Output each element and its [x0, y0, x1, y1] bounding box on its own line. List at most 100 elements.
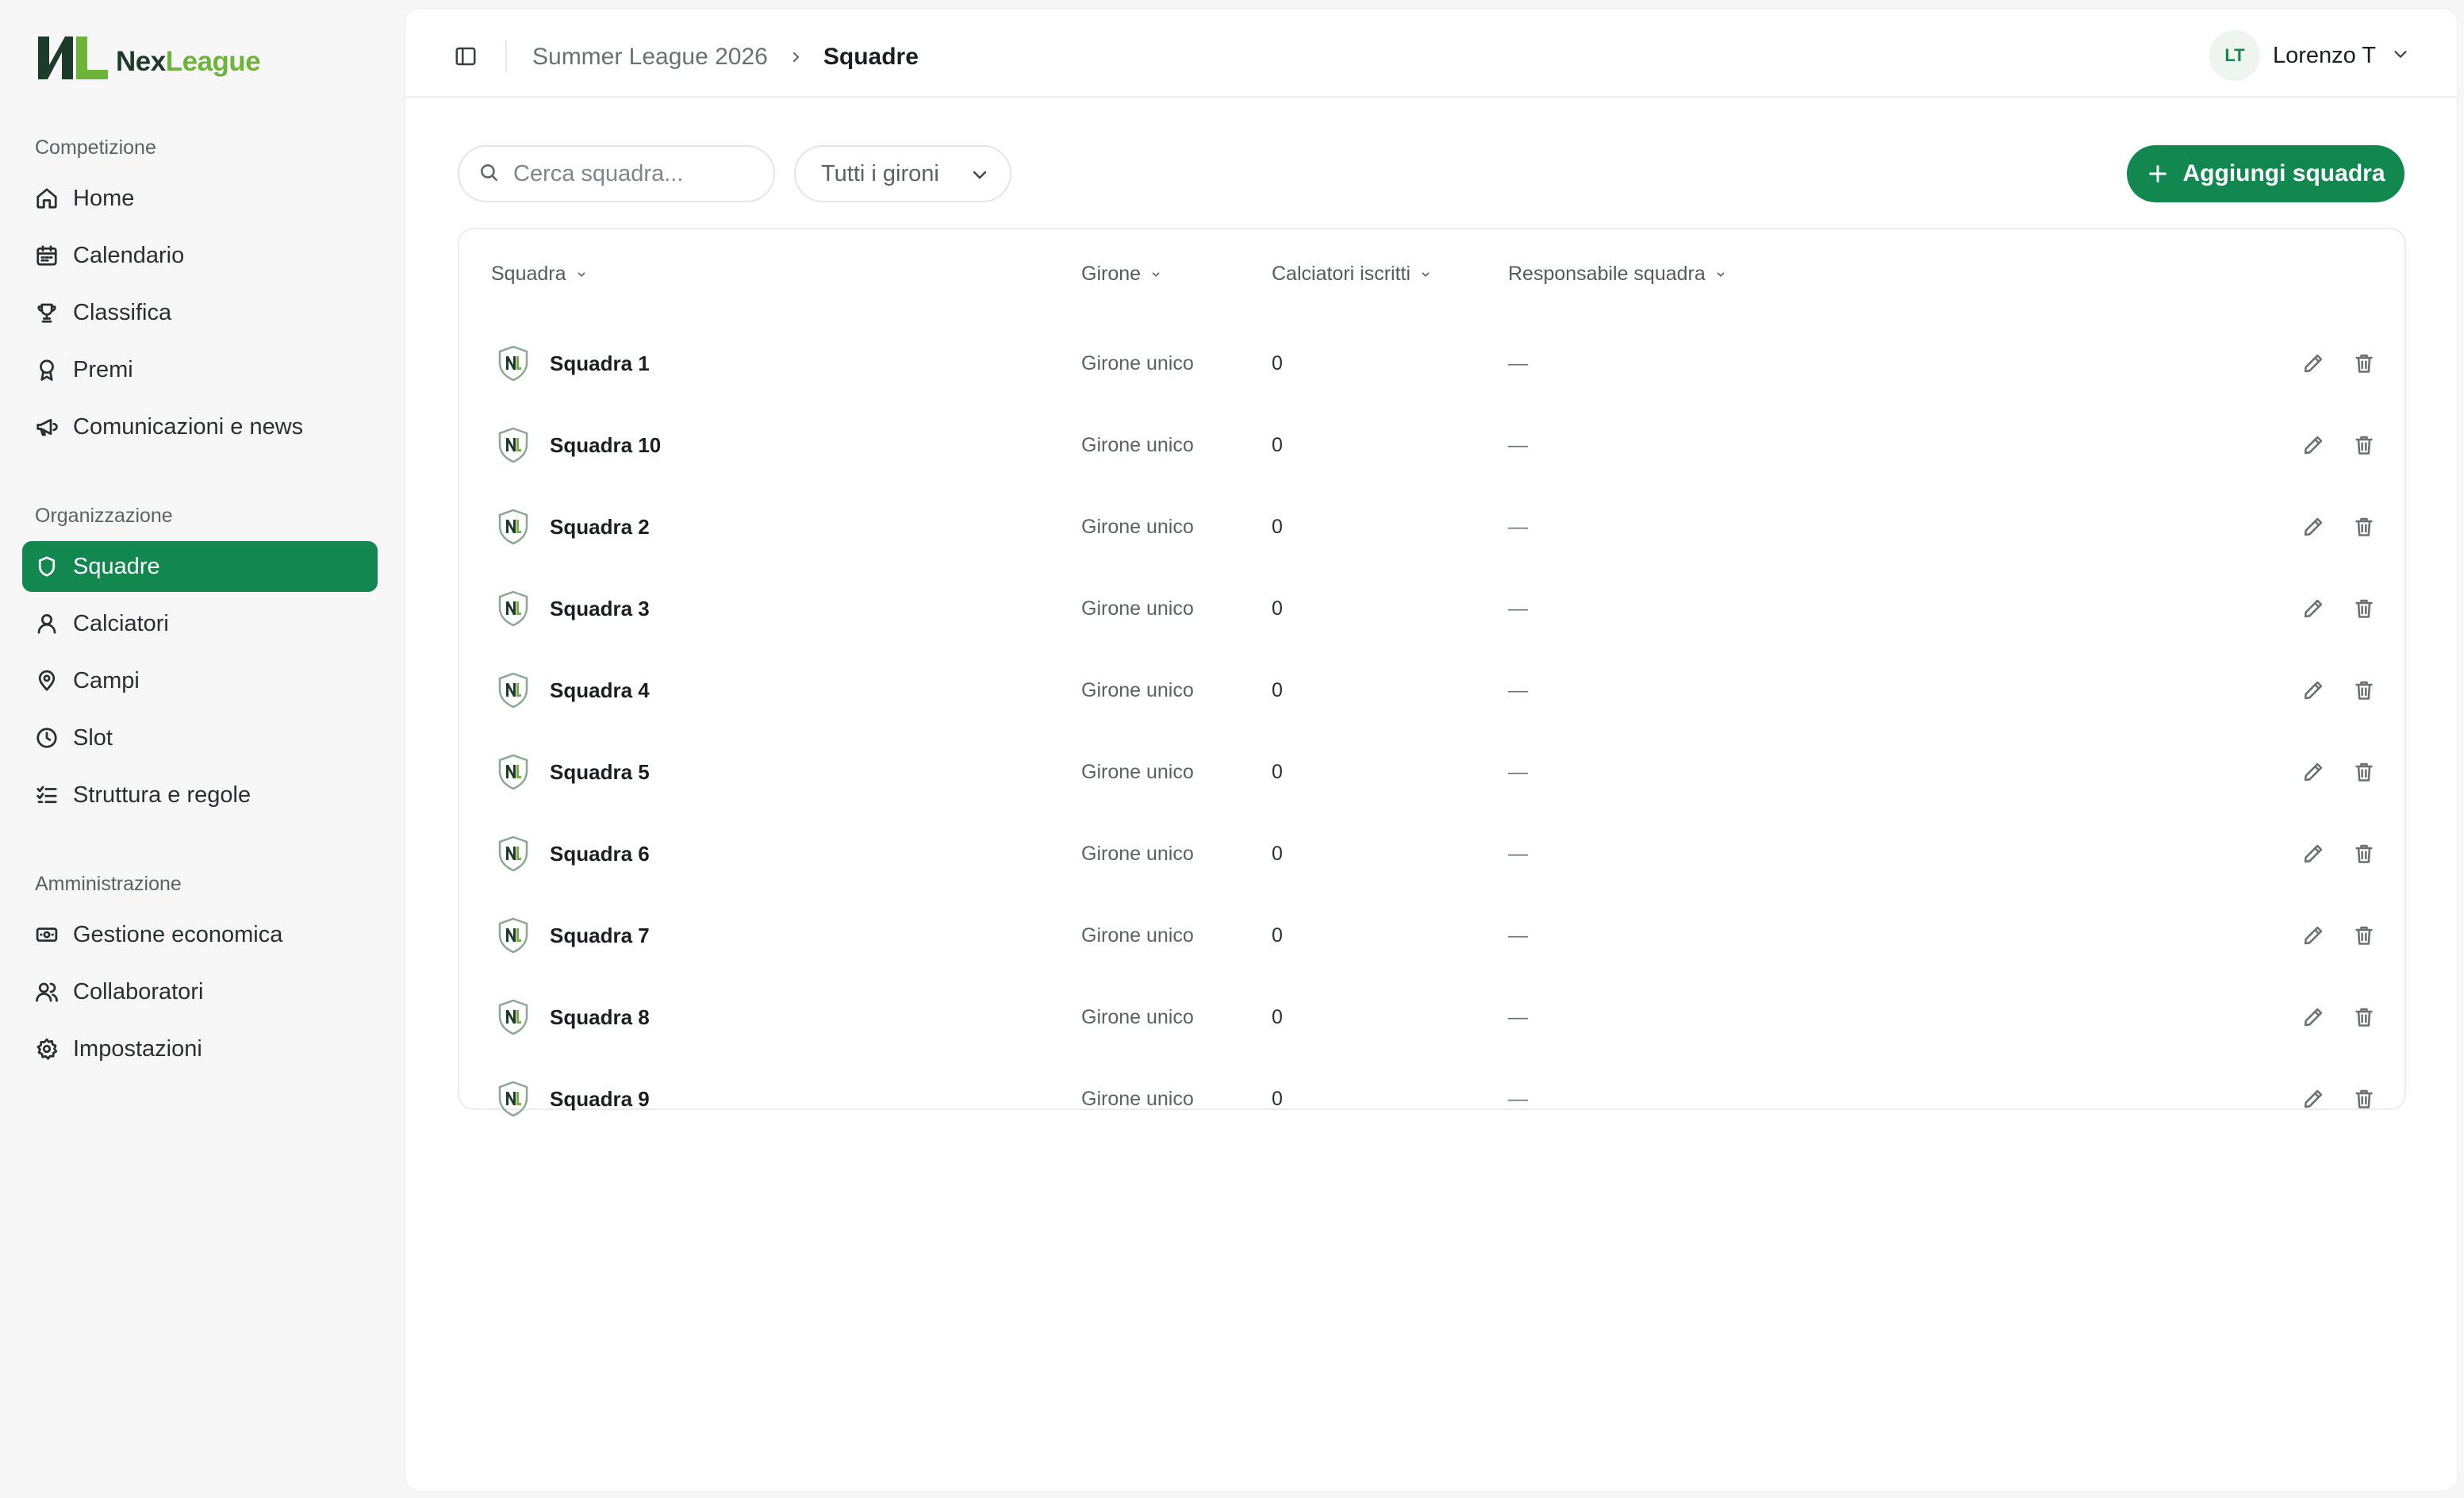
edit-button[interactable] [2298, 1084, 2328, 1114]
sidebar-item-label: Gestione economica [73, 921, 283, 947]
table-row[interactable]: Squadra 10 Girone unico 0 — [459, 405, 2405, 486]
table-row[interactable]: Squadra 2 Girone unico 0 — [459, 486, 2405, 567]
team-name[interactable]: Squadra 10 [550, 433, 661, 458]
girone-filter-select[interactable]: Tutti i gironi [794, 145, 1011, 202]
pencil-icon [2304, 1008, 2323, 1027]
edit-button[interactable] [2298, 512, 2328, 542]
search-field[interactable] [458, 145, 775, 202]
add-team-button[interactable]: Aggiungi squadra [2127, 145, 2405, 202]
table-row[interactable]: Squadra 7 Girone unico 0 — [459, 895, 2405, 976]
delete-button[interactable] [2349, 593, 2379, 624]
trash-icon [2355, 844, 2373, 863]
column-header-calciatori[interactable]: Calciatori iscritti [1272, 263, 1431, 286]
sidebar-item-campi[interactable]: Campi [22, 655, 378, 706]
team-girone: Girone unico [1081, 1087, 1194, 1110]
edit-button[interactable] [2298, 757, 2328, 787]
delete-button[interactable] [2349, 675, 2379, 705]
edit-button[interactable] [2298, 348, 2328, 378]
edit-button[interactable] [2298, 839, 2328, 869]
trash-icon [2355, 599, 2373, 618]
team-manager: — [1508, 760, 1528, 783]
team-name[interactable]: Squadra 2 [550, 515, 650, 540]
team-name[interactable]: Squadra 1 [550, 351, 650, 376]
team-name[interactable]: Squadra 9 [550, 1087, 650, 1112]
sidebar-item-squadre[interactable]: Squadre [22, 541, 378, 592]
column-header-girone[interactable]: Girone [1081, 263, 1161, 286]
delete-button[interactable] [2349, 512, 2379, 542]
app-logo[interactable]: NexLeague [35, 30, 261, 86]
list-check-icon [35, 783, 59, 807]
team-name[interactable]: Squadra 3 [550, 597, 650, 621]
delete-button[interactable] [2349, 1002, 2379, 1032]
team-girone: Girone unico [1081, 924, 1194, 947]
sidebar-item-label: Premi [73, 356, 133, 382]
sidebar-item-classifica[interactable]: Classifica [22, 287, 378, 338]
team-manager: — [1508, 1087, 1528, 1110]
sidebar-toggle-button[interactable] [443, 36, 488, 80]
sort-icon [1715, 269, 1726, 280]
edit-button[interactable] [2298, 1002, 2328, 1032]
sidebar-item-label: Slot [73, 724, 113, 751]
pencil-icon [2304, 599, 2323, 618]
team-name[interactable]: Squadra 5 [550, 760, 650, 785]
section-label-organizzazione: Organizzazione [35, 505, 173, 527]
team-name[interactable]: Squadra 6 [550, 842, 650, 866]
delete-button[interactable] [2349, 839, 2379, 869]
sidebar-item-slot[interactable]: Slot [22, 713, 378, 763]
sidebar-item-gestione-economica[interactable]: Gestione economica [22, 909, 378, 960]
team-name[interactable]: Squadra 7 [550, 924, 650, 948]
trash-icon [2355, 1008, 2373, 1027]
sidebar-item-collaboratori[interactable]: Collaboratori [22, 966, 378, 1017]
search-input[interactable] [513, 160, 751, 187]
pencil-icon [2304, 1089, 2323, 1108]
edit-button[interactable] [2298, 920, 2328, 951]
sidebar: NexLeague Competizione Home Calendario C… [0, 0, 403, 1498]
delete-button[interactable] [2349, 1084, 2379, 1114]
edit-button[interactable] [2298, 430, 2328, 460]
team-girone: Girone unico [1081, 760, 1194, 783]
pencil-icon [2304, 762, 2323, 782]
trophy-icon [35, 301, 59, 325]
delete-button[interactable] [2349, 757, 2379, 787]
team-manager: — [1508, 433, 1528, 456]
edit-button[interactable] [2298, 675, 2328, 705]
team-name[interactable]: Squadra 8 [550, 1005, 650, 1030]
team-crest-icon [497, 835, 529, 872]
sidebar-item-impostazioni[interactable]: Impostazioni [22, 1024, 378, 1074]
sidebar-item-calciatori[interactable]: Calciatori [22, 598, 378, 649]
sidebar-item-premi[interactable]: Premi [22, 344, 378, 395]
banknote-icon [35, 923, 59, 947]
column-header-squadra[interactable]: Squadra [491, 263, 587, 286]
table-row[interactable]: Squadra 8 Girone unico 0 — [459, 977, 2405, 1058]
table-row[interactable]: Squadra 3 Girone unico 0 — [459, 568, 2405, 649]
breadcrumb-parent-link[interactable]: Summer League 2026 [532, 44, 768, 71]
user-menu[interactable]: LT Lorenzo T [2209, 29, 2409, 82]
team-crest-icon [497, 1081, 529, 1117]
delete-button[interactable] [2349, 920, 2379, 951]
trash-icon [2355, 681, 2373, 700]
table-row[interactable]: Squadra 4 Girone unico 0 — [459, 650, 2405, 731]
delete-button[interactable] [2349, 348, 2379, 378]
team-crest-icon [497, 345, 529, 382]
delete-button[interactable] [2349, 430, 2379, 460]
sidebar-item-label: Impostazioni [73, 1035, 202, 1062]
table-row[interactable]: Squadra 5 Girone unico 0 — [459, 732, 2405, 812]
sidebar-item-comunicazioni[interactable]: Comunicazioni e news [22, 401, 378, 452]
sidebar-item-struttura[interactable]: Struttura e regole [22, 770, 378, 820]
table-row[interactable]: Squadra 6 Girone unico 0 — [459, 813, 2405, 894]
team-name[interactable]: Squadra 4 [550, 678, 650, 703]
table-row[interactable]: Squadra 1 Girone unico 0 — [459, 323, 2405, 404]
map-pin-icon [35, 669, 59, 693]
sidebar-item-calendario[interactable]: Calendario [22, 230, 378, 281]
table-row[interactable]: Squadra 9 Girone unico 0 — [459, 1058, 2405, 1139]
team-girone: Girone unico [1081, 515, 1194, 538]
team-player-count: 0 [1272, 515, 1283, 538]
team-manager: — [1508, 842, 1528, 865]
column-header-responsabile[interactable]: Responsabile squadra [1508, 263, 1726, 286]
team-crest-icon [497, 754, 529, 790]
award-icon [35, 358, 59, 382]
team-girone: Girone unico [1081, 1005, 1194, 1028]
edit-button[interactable] [2298, 593, 2328, 624]
sidebar-item-home[interactable]: Home [22, 173, 378, 224]
calendar-icon [35, 244, 59, 267]
